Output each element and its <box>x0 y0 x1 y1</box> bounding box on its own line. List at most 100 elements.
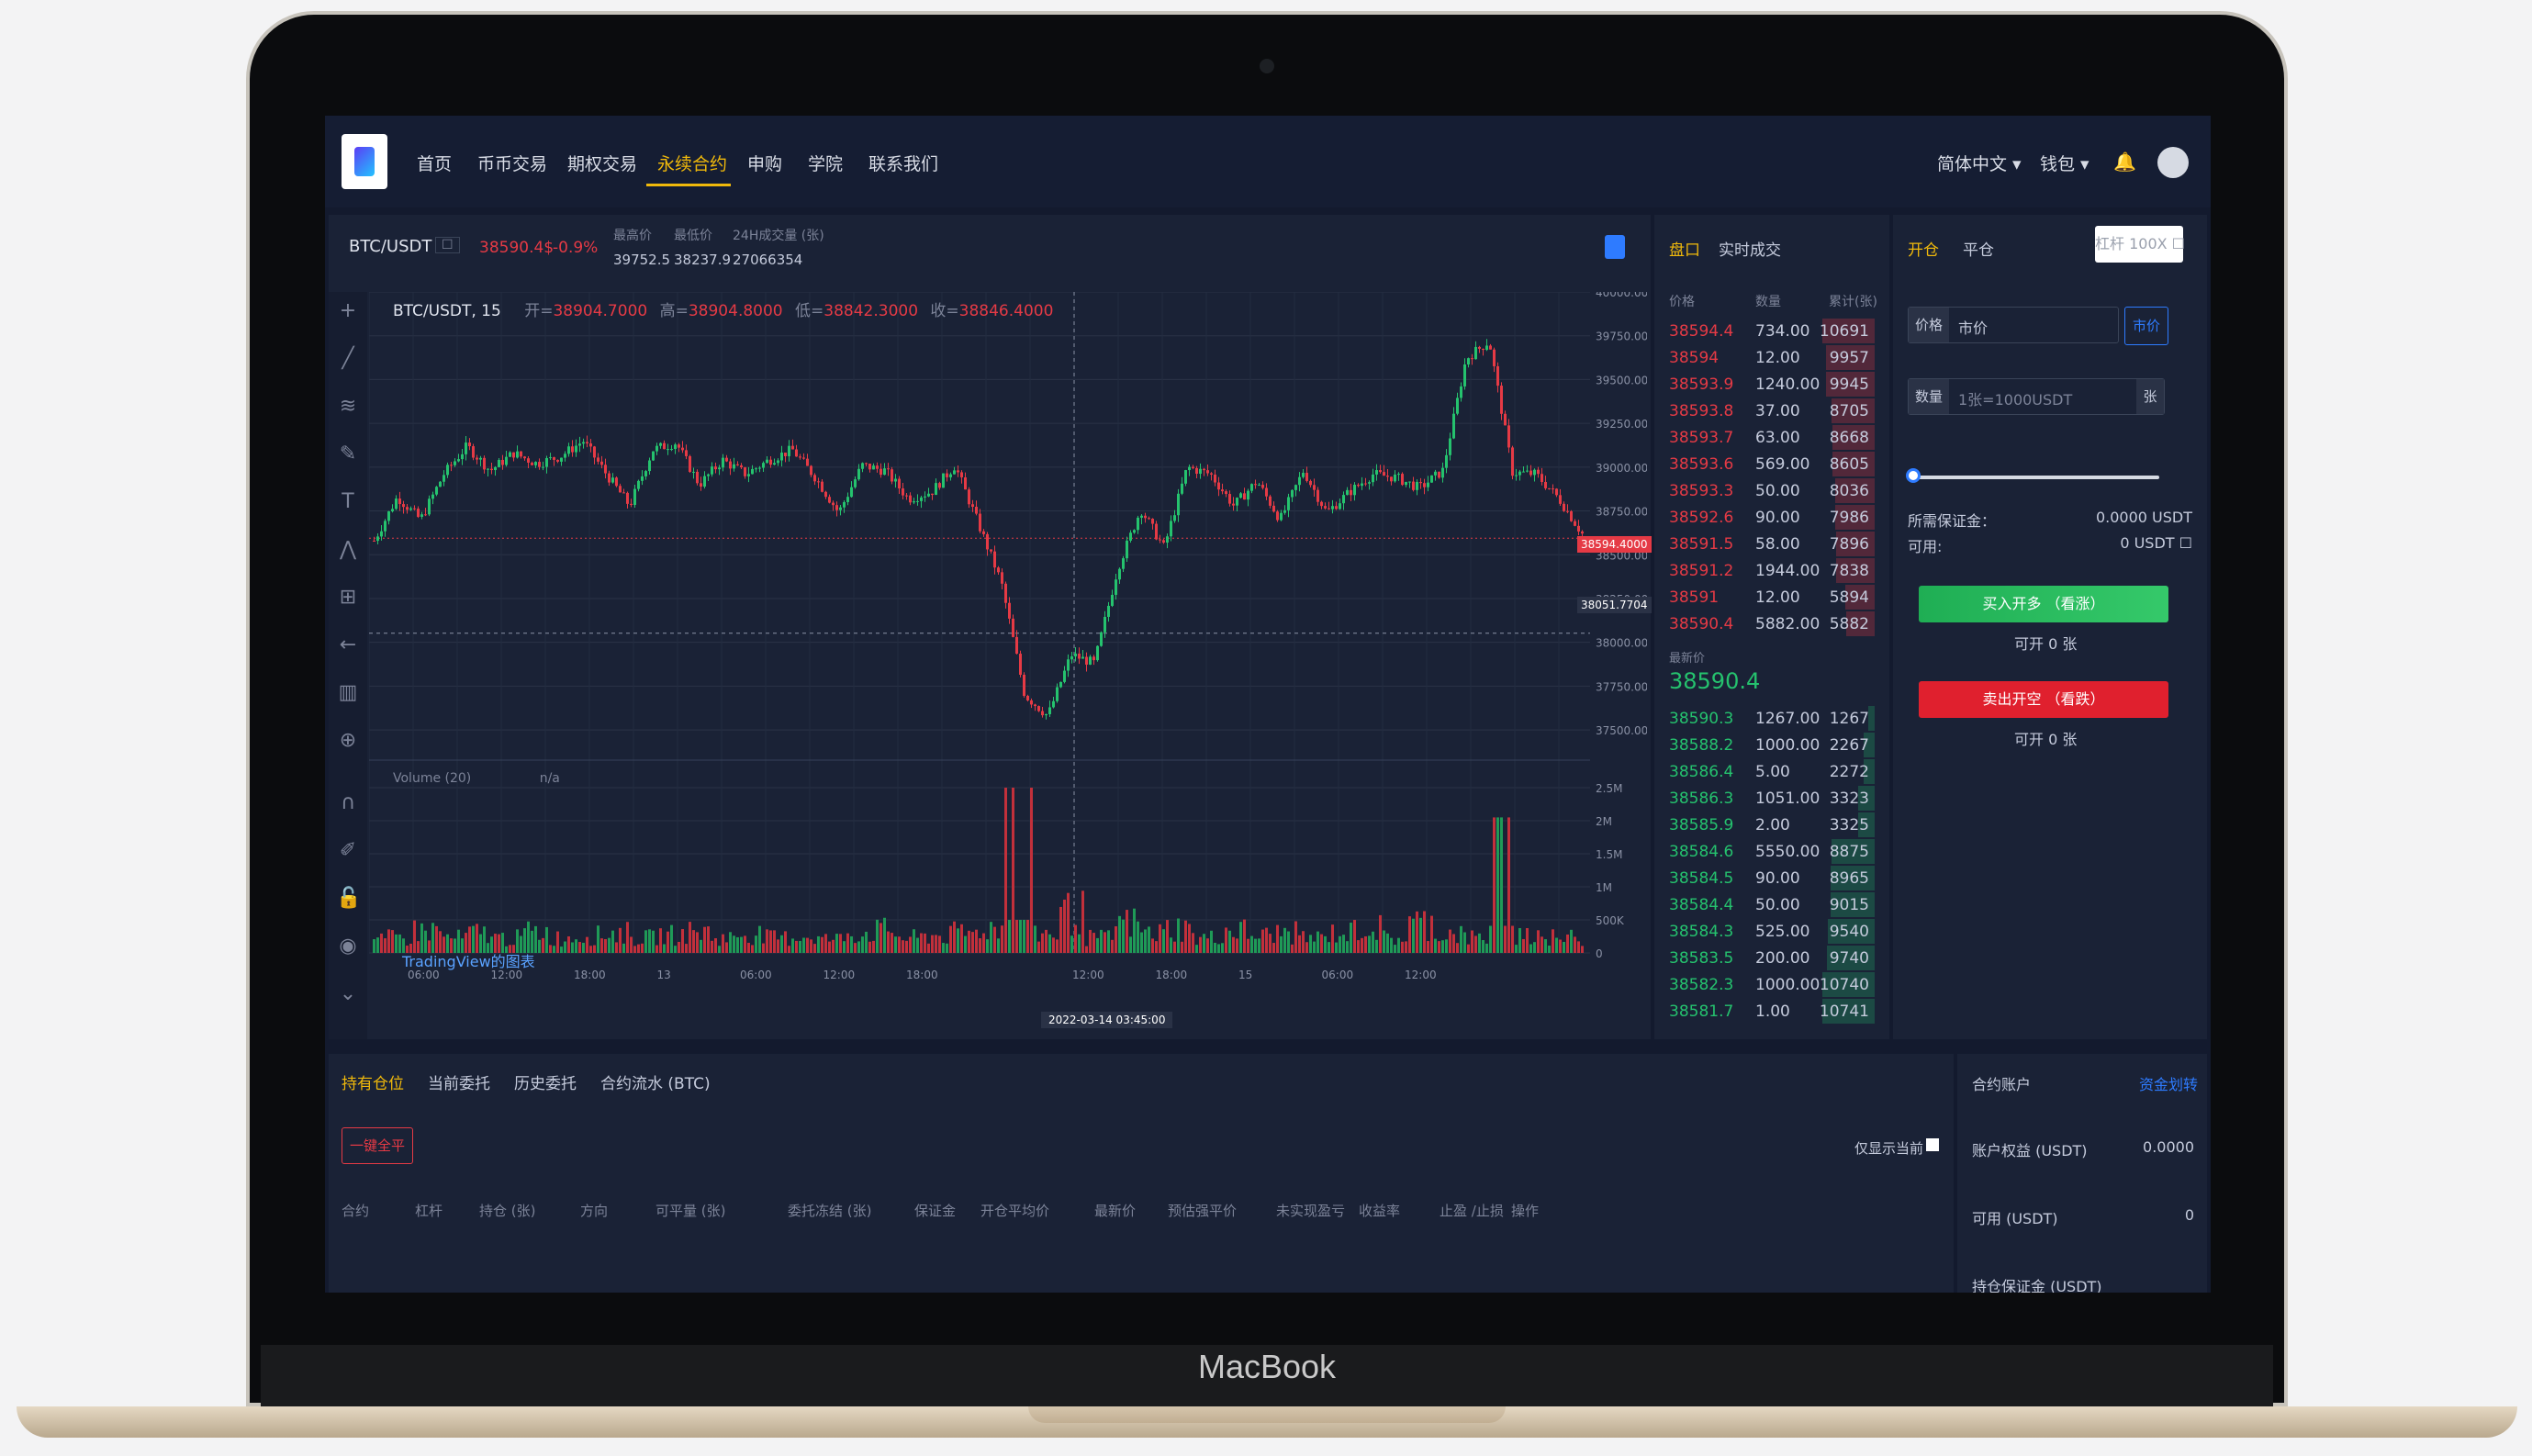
fib-icon[interactable]: ≋ <box>336 395 360 419</box>
magnet-icon[interactable]: ∩ <box>336 791 360 815</box>
ask-row[interactable]: 38593.3 50.00 8036 <box>1662 477 1882 504</box>
ask-row[interactable]: 38591 12.00 5894 <box>1662 584 1882 610</box>
bid-row[interactable]: 38586.4 5.00 2272 <box>1662 758 1882 785</box>
only-current-checkbox[interactable] <box>1926 1138 1939 1151</box>
candle-body <box>391 509 394 512</box>
pattern-icon[interactable]: ⋀ <box>336 538 360 562</box>
zoom-icon[interactable]: ⊕ <box>336 729 360 753</box>
volume-bar <box>729 932 732 953</box>
avatar[interactable] <box>2157 147 2189 178</box>
ask-row[interactable]: 38593.8 37.00 8705 <box>1662 398 1882 424</box>
fullscreen-button[interactable] <box>1605 235 1625 259</box>
candle-body <box>703 476 706 487</box>
pair-label[interactable]: BTC/USDT <box>349 237 431 256</box>
ask-row[interactable]: 38593.6 569.00 8605 <box>1662 451 1882 477</box>
nav-item-subscribe[interactable]: 申购 <box>747 151 782 175</box>
volume-bar <box>685 944 688 953</box>
ask-row[interactable]: 38593.9 1240.00 9945 <box>1662 371 1882 398</box>
candle-body <box>542 466 544 468</box>
bid-row[interactable]: 38584.3 525.00 9540 <box>1662 918 1882 945</box>
tab-orderbook[interactable]: 盘口 <box>1669 237 1700 260</box>
price-field[interactable]: 价格 市价 <box>1908 307 2119 343</box>
volume-bar <box>1214 942 1216 953</box>
tradingview-watermark[interactable]: TradingView的图表 <box>402 949 535 971</box>
candle-body <box>1294 485 1297 490</box>
nav-item-spot[interactable]: 币币交易 <box>477 151 547 175</box>
volume-bar <box>927 943 930 953</box>
quantity-field[interactable]: 数量 1张=1000USDT 张 <box>1908 378 2165 415</box>
nav-item-options[interactable]: 期权交易 <box>567 151 637 175</box>
arrow-left-icon[interactable]: ← <box>336 633 360 657</box>
leverage-slider[interactable] <box>1911 476 2159 479</box>
tab-open-position[interactable]: 开仓 <box>1908 237 1939 260</box>
ob-amount: 12.00 <box>1755 588 1800 607</box>
volume-bar <box>1522 938 1525 953</box>
bid-row[interactable]: 38590.3 1267.00 1267 <box>1662 705 1882 732</box>
lock-icon[interactable]: 🔓 <box>336 887 361 911</box>
sell-short-button[interactable]: 卖出开空 （看跌） <box>1919 681 2168 718</box>
bell-icon[interactable]: 🔔 <box>2113 151 2136 173</box>
ask-row[interactable]: 38590.4 5882.00 5882 <box>1662 610 1882 637</box>
tab-order-history[interactable]: 历史委托 <box>514 1070 577 1093</box>
candle-body <box>1291 489 1294 498</box>
eye-icon[interactable]: ◉ <box>336 935 360 958</box>
candle-body <box>534 462 537 465</box>
ask-row[interactable]: 38593.7 63.00 8668 <box>1662 424 1882 451</box>
ob-amount: 1240.00 <box>1755 375 1821 394</box>
volume-bar <box>1221 943 1224 953</box>
tab-contract-ledger[interactable]: 合约流水 (BTC) <box>600 1070 711 1093</box>
bid-row[interactable]: 38581.7 1.00 10741 <box>1662 998 1882 1025</box>
transfer-link[interactable]: 资金划转 <box>2139 1072 2198 1094</box>
candle-body <box>1129 532 1132 541</box>
account-title: 合约账户 <box>1972 1076 2032 1093</box>
measure-icon[interactable]: ⊞ <box>336 586 360 610</box>
bid-row[interactable]: 38582.3 1000.00 10740 <box>1662 971 1882 998</box>
ask-row[interactable]: 38594 12.00 9957 <box>1662 344 1882 371</box>
chart-legend: BTC/USDT, 15 开=38904.7000 高=38904.8000 低… <box>393 297 1053 320</box>
pencil-lock-icon[interactable]: ✐ <box>336 839 360 863</box>
tab-positions[interactable]: 持有仓位 <box>342 1070 404 1093</box>
nav-item-academy[interactable]: 学院 <box>808 151 843 175</box>
bid-row[interactable]: 38584.6 5550.00 8875 <box>1662 838 1882 865</box>
bid-row[interactable]: 38588.2 1000.00 2267 <box>1662 732 1882 758</box>
pair-dropdown-icon[interactable]: ☐ <box>435 237 460 253</box>
app-logo[interactable] <box>342 134 387 189</box>
price-chart[interactable]: 40000.0000 39750.0000 39500.0000 39250.0000… <box>369 292 1647 1036</box>
nav-item-contact[interactable]: 联系我们 <box>868 151 938 175</box>
slider-handle[interactable] <box>1906 468 1921 483</box>
candle-body <box>413 508 416 510</box>
brush-icon[interactable]: ✎ <box>336 442 360 466</box>
volume-bar <box>982 933 985 953</box>
tab-close-position[interactable]: 平仓 <box>1963 237 1994 260</box>
candle-body <box>1004 583 1007 603</box>
bid-row[interactable]: 38583.5 200.00 9740 <box>1662 945 1882 971</box>
crosshair-icon[interactable]: + <box>336 299 360 323</box>
bid-row[interactable]: 38585.9 2.00 3325 <box>1662 812 1882 838</box>
bid-row[interactable]: 38584.5 90.00 8965 <box>1662 865 1882 891</box>
tab-open-orders[interactable]: 当前委托 <box>428 1070 490 1093</box>
tab-trades[interactable]: 实时成交 <box>1719 237 1781 260</box>
buy-long-button[interactable]: 买入开多 （看涨） <box>1919 586 2168 622</box>
ask-row[interactable]: 38591.2 1944.00 7838 <box>1662 557 1882 584</box>
ask-row[interactable]: 38591.5 58.00 7896 <box>1662 531 1882 557</box>
language-select[interactable]: 简体中文 ▾ <box>1937 151 2022 175</box>
market-price-button[interactable]: 市价 <box>2124 307 2168 345</box>
close-all-button[interactable]: 一键全平 <box>342 1127 413 1164</box>
bid-row[interactable]: 38584.4 50.00 9015 <box>1662 891 1882 918</box>
wallet-menu[interactable]: 钱包 ▾ <box>2040 151 2089 175</box>
volume-bar <box>1441 940 1444 953</box>
volume-bar <box>1104 932 1106 953</box>
candle-body <box>1313 485 1316 490</box>
ask-row[interactable]: 38592.6 90.00 7986 <box>1662 504 1882 531</box>
bid-row[interactable]: 38586.3 1051.00 3323 <box>1662 785 1882 812</box>
ruler-icon[interactable]: ▥ <box>336 681 360 705</box>
chevron-down-icon[interactable]: ⌄ <box>336 982 360 1006</box>
ask-row[interactable]: 38594.4 734.00 10691 <box>1662 318 1882 344</box>
candle-body <box>990 549 992 552</box>
leverage-select[interactable]: 杠杆 100X ☐ <box>2095 226 2185 263</box>
nav-item-perpetual[interactable]: 永续合约 <box>657 151 727 175</box>
trendline-icon[interactable]: ╱ <box>336 347 360 371</box>
text-icon[interactable]: T <box>336 490 360 514</box>
high-label-ohlc: 高= <box>659 302 689 320</box>
nav-item-home[interactable]: 首页 <box>417 151 452 175</box>
